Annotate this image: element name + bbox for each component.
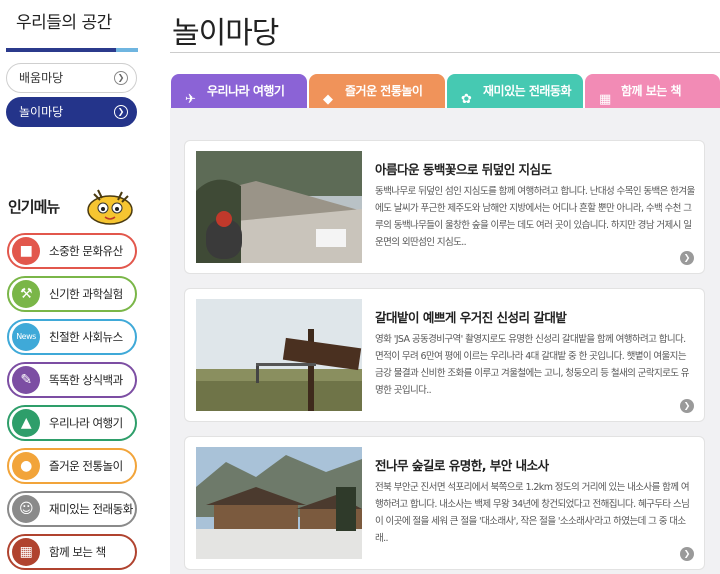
menu-traditional-games[interactable]: ● 즐거운 전통놀이 — [7, 448, 137, 484]
flask-icon: ⚒ — [12, 280, 40, 308]
card-description: 동백나무로 뒤덮인 섬인 지심도를 함께 여행하려고 합니다. 난대성 수목인 … — [375, 186, 695, 248]
travel-icon: ✈ — [185, 92, 196, 107]
list-item[interactable]: 갈대밭이 예쁘게 우거진 신성리 갈대밭 영화 'JSA 공동경비구역' 촬영지… — [184, 288, 705, 422]
sidebar-nav-label: 배움마당 — [19, 71, 64, 85]
travel-icon: ▲ — [12, 409, 40, 437]
chevron-right-icon[interactable]: ❯ — [680, 251, 694, 265]
heritage-icon: ■ — [12, 237, 40, 265]
menu-korea-travel[interactable]: ▲ 우리나라 여행기 — [7, 405, 137, 441]
book-icon: ▦ — [599, 92, 611, 107]
chevron-right-icon: ❯ — [114, 105, 128, 119]
game-icon: ● — [12, 452, 40, 480]
news-icon: News — [12, 323, 40, 351]
card-description: 전북 부안군 진서면 석포리에서 북쪽으로 1.2km 정도의 거리에 있는 내… — [375, 482, 690, 544]
menu-label: 우리나라 여행기 — [49, 416, 123, 430]
title-divider — [170, 52, 720, 53]
page-title: 놀이마당 — [172, 16, 279, 51]
books-icon: ▦ — [12, 538, 40, 566]
card-title[interactable]: 갈대밭이 예쁘게 우거진 신성리 갈대밭 — [375, 307, 567, 326]
tab-label: 재미있는 전래동화 — [483, 84, 572, 98]
tab-folk-tales[interactable]: ✿ 재미있는 전래동화 — [447, 74, 583, 108]
card-title[interactable]: 아름다운 동백꽃으로 뒤덮인 지심도 — [375, 159, 552, 178]
tab-books-together[interactable]: ▦ 함께 보는 책 — [585, 74, 720, 108]
sidebar-title-underline-accent — [116, 48, 138, 52]
menu-label: 친절한 사회뉴스 — [49, 330, 123, 344]
sidebar-nav-label: 놀이마당 — [19, 105, 64, 119]
tab-label: 함께 보는 책 — [621, 84, 682, 98]
thumbnail-image — [196, 299, 362, 411]
list-item[interactable]: 전나무 숲길로 유명한, 부안 내소사 전북 부안군 진서면 석포리에서 북쪽으… — [184, 436, 705, 570]
tab-label: 즐거운 전통놀이 — [345, 84, 423, 98]
thumbnail-image — [196, 151, 362, 263]
menu-label: 재미있는 전래동화 — [49, 502, 133, 516]
chevron-right-icon: ❯ — [114, 71, 128, 85]
menu-common-sense[interactable]: ✎ 똑똑한 상식백과 — [7, 362, 137, 398]
sidebar: 우리들의 공간 배움마당 ❯ 놀이마당 ❯ 인기메뉴 ■ 소중한 문화유산 ⚒ — [0, 0, 148, 574]
tab-korea-travel[interactable]: ✈ 우리나라 여행기 — [171, 74, 307, 108]
menu-cultural-heritage[interactable]: ■ 소중한 문화유산 — [7, 233, 137, 269]
kite-icon: ◆ — [323, 92, 333, 107]
menu-label: 신기한 과학실험 — [49, 287, 123, 301]
sidebar-nav-learning[interactable]: 배움마당 ❯ — [6, 63, 137, 93]
mascot-icon — [87, 189, 133, 225]
menu-label: 즐거운 전통놀이 — [49, 459, 123, 473]
thumbnail-image — [196, 447, 362, 559]
menu-label: 똑똑한 상식백과 — [49, 373, 123, 387]
menu-label: 함께 보는 책 — [49, 545, 106, 559]
tab-traditional-games[interactable]: ◆ 즐거운 전통놀이 — [309, 74, 445, 108]
chevron-right-icon[interactable]: ❯ — [680, 399, 694, 413]
card-description: 영화 'JSA 공동경비구역' 촬영지로도 유명한 신성리 갈대밭을 함께 여행… — [375, 334, 690, 396]
chevron-right-icon[interactable]: ❯ — [680, 547, 694, 561]
list-item[interactable]: 아름다운 동백꽃으로 뒤덮인 지심도 동백나무로 뒤덮인 섬인 지심도를 함께 … — [184, 140, 705, 274]
menu-books-together[interactable]: ▦ 함께 보는 책 — [7, 534, 137, 570]
book-icon: ✎ — [12, 366, 40, 394]
story-icon: ✿ — [461, 92, 472, 107]
menu-label: 소중한 문화유산 — [49, 244, 123, 258]
popular-menu-title: 인기메뉴 — [8, 198, 60, 216]
menu-science-experiment[interactable]: ⚒ 신기한 과학실험 — [7, 276, 137, 312]
menu-folk-tales[interactable]: ☺ 재미있는 전래동화 — [7, 491, 137, 527]
page: 우리들의 공간 배움마당 ❯ 놀이마당 ❯ 인기메뉴 ■ 소중한 문화유산 ⚒ — [0, 0, 720, 574]
tab-label: 우리나라 여행기 — [207, 84, 285, 98]
sidebar-title: 우리들의 공간 — [16, 13, 112, 33]
sidebar-nav-playground[interactable]: 놀이마당 ❯ — [6, 97, 137, 127]
story-icon: ☺ — [12, 495, 40, 523]
menu-social-news[interactable]: News 친절한 사회뉴스 — [7, 319, 137, 355]
card-title[interactable]: 전나무 숲길로 유명한, 부안 내소사 — [375, 455, 549, 474]
